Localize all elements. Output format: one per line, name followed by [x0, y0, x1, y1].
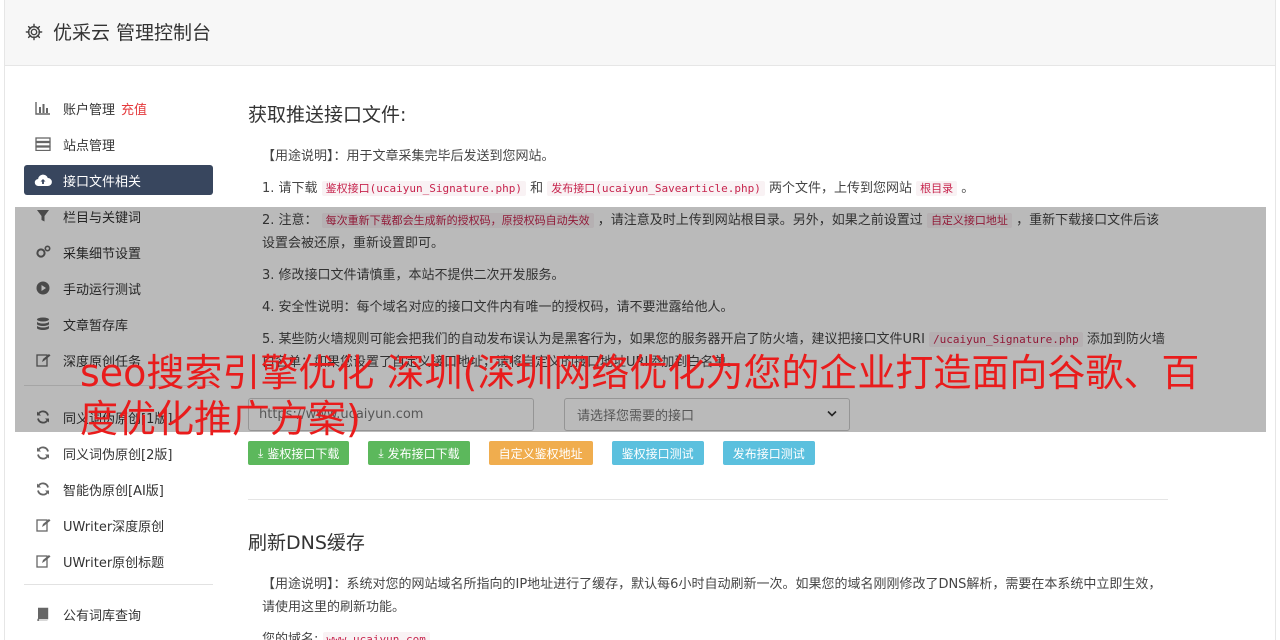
uri-code: /ucaiyun_Signature.php	[929, 332, 1083, 347]
domain-value: www.ucaiyun.com	[322, 632, 430, 640]
publish-file-code: 发布接口(ucaiyun_Savearticle.php)	[547, 181, 765, 196]
sidebar-item-uwriter-title[interactable]: UWriter原创标题	[24, 546, 213, 576]
publish-test-button[interactable]: 发布接口测试	[722, 441, 815, 465]
refresh-icon	[34, 408, 52, 426]
button-label: 鉴权接口测试	[621, 446, 694, 461]
seo-overlay-text: seo搜索引擎优化 深圳(深圳网络优化为您的企业打造面向谷歌、百度优化推广方案)	[80, 351, 1200, 441]
server-icon	[34, 135, 52, 153]
sidebar-item-ai-rewrite[interactable]: 智能伪原创[AI版]	[24, 474, 213, 504]
sidebar-item-label: 同义词伪原创[2版]	[63, 447, 173, 463]
frame-left	[4, 66, 5, 640]
root-dir-code: 根目录	[916, 181, 958, 196]
section-title-interface: 获取推送接口文件:	[248, 104, 407, 126]
custom-url-code: 自定义接口地址	[926, 213, 1012, 228]
sidebar-item-columns-keywords[interactable]: 栏目与关键词	[24, 201, 213, 231]
refresh-icon	[34, 444, 52, 462]
button-label: 发布接口下载	[387, 446, 460, 461]
sidebar-item-collect-settings[interactable]: 采集细节设置	[24, 237, 213, 267]
text: 2. 注意：	[262, 213, 322, 228]
database-icon	[34, 315, 52, 333]
sign-file-code: 鉴权接口(ucaiyun_Signature.php)	[321, 181, 526, 196]
sidebar-item-account[interactable]: 账户管理 充值	[24, 93, 213, 123]
text: 5. 某些防火墙规则可能会把我们的自动发布误认为是黑客行为，如果您的服务器开启了…	[262, 332, 930, 347]
edit-icon	[34, 516, 52, 534]
domain-row: 您的域名: www.ucaiyun.com	[248, 628, 1168, 640]
sidebar-item-label: 文章暂存库	[63, 318, 129, 334]
edit-icon	[34, 351, 52, 369]
filter-icon	[34, 207, 52, 225]
sidebar-item-uwriter-deep[interactable]: UWriter深度原创	[24, 510, 213, 540]
sidebar-item-label: UWriter深度原创	[63, 519, 165, 535]
sidebar-item-interface-files[interactable]: 接口文件相关	[24, 165, 213, 195]
usage-note: 【用途说明】：用于文章采集完毕后发送到您网站。	[262, 149, 555, 164]
text: 和	[526, 181, 548, 196]
text: 。	[957, 181, 975, 196]
section-title-dns: 刷新DNS缓存	[248, 532, 365, 554]
download-icon: ⤓	[258, 445, 264, 460]
sidebar-item-label: UWriter原创标题	[63, 555, 165, 571]
text: 两个文件，上传到您网站	[764, 181, 917, 196]
sidebar-item-public-lexicon[interactable]: 公有词库查询	[24, 599, 213, 629]
instruction-3: 3. 修改接口文件请慎重，本站不提供二次开发服务。	[262, 268, 565, 283]
sidebar-item-label: 采集细节设置	[63, 246, 142, 262]
cloud-upload-icon	[34, 171, 52, 189]
brand: 优采云 管理控制台	[25, 18, 211, 45]
bar-chart-icon	[34, 99, 52, 117]
publish-download-button[interactable]: ⤓ 发布接口下载	[368, 441, 470, 465]
sidebar-item-article-store[interactable]: 文章暂存库	[24, 309, 213, 339]
button-label: 发布接口测试	[732, 446, 805, 461]
dns-usage-note: 【用途说明】：系统对您的网站域名所指向的IP地址进行了缓存，默认每6小时自动刷新…	[262, 577, 1162, 615]
sign-download-button[interactable]: ⤓ 鉴权接口下载	[248, 441, 350, 465]
instruction-4: 4. 安全性说明：每个域名对应的接口文件内有唯一的授权码，请不要泄露给他人。	[262, 300, 734, 315]
text: 1. 请下载	[262, 181, 322, 196]
sidebar-item-label: 智能伪原创[AI版]	[63, 483, 164, 499]
sign-test-button[interactable]: 鉴权接口测试	[611, 441, 704, 465]
button-label: 鉴权接口下载	[267, 446, 340, 461]
edit-icon	[34, 552, 52, 570]
custom-sign-url-button[interactable]: 自定义鉴权地址	[488, 441, 593, 465]
instruction-2: 2. 注意： 每次重新下载都会生成新的授权码，原授权码自动失效 ，请注意及时上传…	[248, 209, 1168, 255]
section-divider	[248, 499, 1168, 500]
frame-right	[1275, 66, 1276, 640]
app-title: 优采云 管理控制台	[53, 22, 212, 44]
sidebar-divider	[24, 584, 213, 585]
sidebar-item-sites[interactable]: 站点管理	[24, 129, 213, 159]
sidebar-item-label: 账户管理	[63, 102, 116, 118]
sidebar-item-label: 栏目与关键词	[63, 210, 142, 226]
sidebar-item-label: 接口文件相关	[63, 174, 142, 190]
button-label: 自定义鉴权地址	[498, 446, 583, 461]
interface-actions: ⤓ 鉴权接口下载 ⤓ 发布接口下载 自定义鉴权地址 鉴权接口测试 发布接口测试	[248, 441, 1168, 465]
download-icon: ⤓	[378, 445, 384, 460]
sidebar-item-label: 公有词库查询	[63, 608, 142, 624]
play-circle-icon	[34, 279, 52, 297]
cogs-icon	[34, 243, 52, 261]
gear-icon	[25, 23, 43, 40]
domain-label: 您的域名:	[262, 632, 319, 640]
sidebar-item-label: 站点管理	[63, 138, 116, 154]
warning-code: 每次重新下载都会生成新的授权码，原授权码自动失效	[321, 213, 594, 228]
text: ，请注意及时上传到网站根目录。另外，如果之前设置过	[593, 213, 927, 228]
book-icon	[34, 605, 52, 623]
app-header: 优采云 管理控制台	[4, 0, 1276, 66]
recharge-link[interactable]: 充值	[121, 99, 147, 118]
refresh-icon	[34, 480, 52, 498]
sidebar-item-label: 手动运行测试	[63, 282, 142, 298]
sidebar-item-synonym-v2[interactable]: 同义词伪原创[2版]	[24, 438, 213, 468]
sidebar-item-manual-run[interactable]: 手动运行测试	[24, 273, 213, 303]
instruction-1: 1. 请下载 鉴权接口(ucaiyun_Signature.php) 和 发布接…	[248, 177, 1168, 200]
